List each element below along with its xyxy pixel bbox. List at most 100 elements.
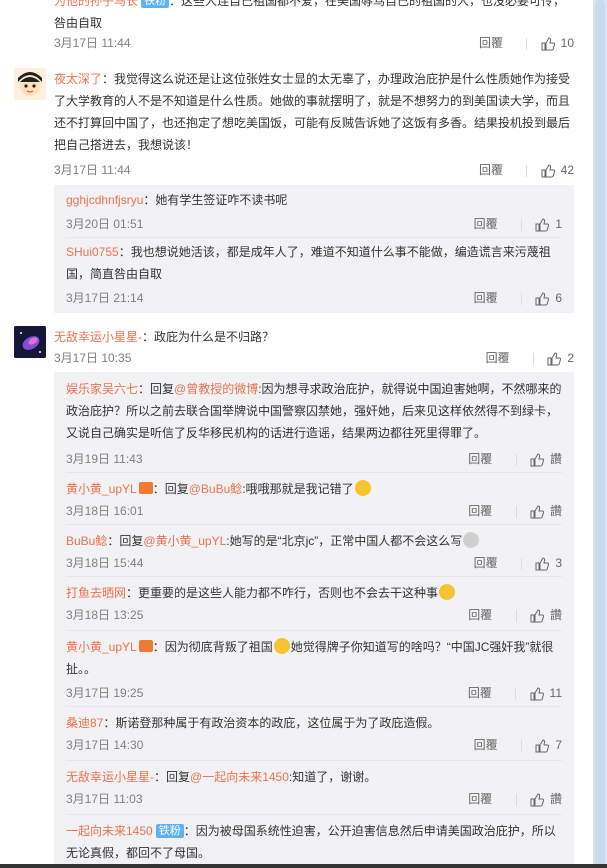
vip-icon [138, 640, 153, 652]
comment-text: 为他的孙子马长 铁粉 ：这些人连自己祖国都不爱，在美国辱骂自己的祖国的人，也没必要可… [54, 0, 574, 34]
reply-item: 黄小黄_upYL ：因为彻底背叛了祖国 她觉得牌子你知道写的啥吗？“中国JC强奸我”… [66, 636, 562, 701]
reply-button[interactable]: 回覆 [479, 161, 503, 179]
like-button[interactable]: 讚 [530, 606, 562, 624]
like-count: 讚 [549, 452, 562, 466]
reply-author[interactable]: SHui0755 [66, 245, 119, 259]
reply-divider [66, 814, 562, 815]
like-count: 讚 [549, 608, 562, 622]
divider [520, 292, 522, 305]
like-count: 2 [567, 351, 574, 365]
comment-item: 无敌幸运小星星-：政庇为什么是不归路？ 3月17日 10:35 回覆 2 娱乐家… [14, 326, 580, 866]
scrollbar-track[interactable] [593, 0, 607, 868]
scrollbar-thumb[interactable] [595, 0, 605, 868]
mention-link[interactable]: @BuBu鲶 [189, 482, 243, 496]
reply-author[interactable]: gghjcdhnfjsryu [66, 193, 143, 207]
user-avatar[interactable] [14, 326, 46, 358]
laughing-emoji-icon [354, 480, 371, 496]
like-button[interactable]: 讚 [530, 450, 562, 468]
reply-author[interactable]: 无敌幸运小星星- [66, 770, 154, 784]
reply-body: ：我也想说她活该，都是成年人了，难道不知道什么事不能做，编造谎言来污蔑祖国，简直… [66, 245, 551, 281]
reply-text: 黄小黄_upYL ：因为彻底背叛了祖国 她觉得牌子你知道写的啥吗？“中国JC强奸我”… [66, 636, 562, 680]
reply-author[interactable]: BuBu鲶 [66, 534, 107, 548]
comment-author[interactable]: 为他的孙子马长 [54, 0, 138, 8]
reply-time: 3月18日 16:01 [66, 504, 144, 518]
thumbs-up-icon [541, 37, 555, 51]
reply-button[interactable]: 回覆 [474, 215, 498, 233]
reply-time: 3月17日 14:30 [66, 738, 144, 752]
like-button[interactable]: 讚 [530, 502, 562, 520]
reply-actions: 回覆 讚 [468, 502, 562, 520]
comment-author[interactable]: 夜太深了 [54, 72, 102, 86]
like-count: 讚 [549, 792, 562, 806]
like-button[interactable]: 2 [547, 349, 574, 367]
like-count: 1 [555, 217, 562, 231]
reply-author[interactable]: 一起向未来1450 [66, 824, 153, 838]
comment-top-partial: 为他的孙子马长 铁粉 ：这些人连自己祖国都不爱，在美国辱骂自己的祖国的人，也没必要可… [14, 0, 580, 56]
reply-button[interactable]: 回覆 [474, 554, 498, 572]
like-button[interactable]: 42 [541, 161, 574, 179]
like-button[interactable]: 10 [541, 34, 574, 52]
reply-divider [66, 472, 562, 473]
reply-author[interactable]: 黄小黄_upYL [66, 640, 137, 654]
thumbs-up-icon [530, 687, 544, 701]
reply-text: 娱乐家吴六七：回复@曾教授的微博:因为想寻求政治庇护，就得说中国迫害她啊，不然哪… [66, 378, 562, 444]
reply-time: 3月18日 15:44 [66, 556, 144, 570]
mention-link[interactable]: @黄小黄_upYL [143, 534, 226, 548]
like-count: 3 [555, 556, 562, 570]
like-button[interactable]: 讚 [530, 790, 562, 808]
reply-item: 黄小黄_upYL ：回复@BuBu鲶:哦哦那就是我记错了 3月18日 16:01 … [66, 478, 562, 519]
reply-button[interactable]: 回覆 [468, 502, 492, 520]
avatar-galaxy-icon [14, 326, 46, 358]
reply-time: 3月19日 11:43 [66, 452, 143, 466]
comment-text: 无敌幸运小星星-：政庇为什么是不归路？ [54, 326, 574, 348]
reply-prefix: ：回复 [107, 534, 144, 548]
reply-actions: 回覆 7 [474, 736, 562, 754]
comment-author[interactable]: 无敌幸运小星星- [54, 330, 142, 344]
reply-divider [66, 706, 562, 707]
reply-body: ：更重要的是这些人能力都不咋行，否则也不会去干这种事 [126, 586, 439, 600]
reply-divider [66, 237, 562, 238]
like-button[interactable]: 7 [535, 736, 562, 754]
reply-time: 3月17日 21:14 [66, 291, 144, 305]
vip-icon [138, 482, 153, 494]
reply-button[interactable]: 回覆 [468, 684, 492, 702]
reply-button[interactable]: 回覆 [479, 34, 503, 52]
reply-author[interactable]: 娱乐家吴六七 [66, 382, 138, 396]
reply-button[interactable]: 回覆 [468, 790, 492, 808]
divider [515, 453, 517, 466]
like-button[interactable]: 6 [535, 289, 562, 307]
reply-author[interactable]: 黄小黄_upYL [66, 482, 137, 496]
thumbs-up-icon [530, 793, 544, 807]
divider [515, 609, 517, 622]
thumbs-up-icon [535, 292, 550, 306]
like-button[interactable]: 11 [530, 684, 562, 702]
reply-divider [66, 760, 562, 761]
reply-prefix: ：回复 [138, 382, 175, 396]
like-button[interactable]: 1 [535, 215, 562, 233]
reply-author[interactable]: 打鱼去晒网 [66, 586, 126, 600]
comment-actions: 回覆 10 [479, 34, 574, 52]
reply-button[interactable]: 回覆 [474, 736, 498, 754]
reply-button[interactable]: 回覆 [474, 289, 498, 307]
reply-author[interactable]: 桑迪87 [66, 716, 103, 730]
mention-link[interactable]: @曾教授的微博 [174, 382, 258, 396]
reply-item: 无敌幸运小星星-：回复@一起向未来1450:知道了，谢谢。 3月17日 11:0… [66, 766, 562, 807]
thumbs-up-icon [535, 218, 550, 232]
reply-text: gghjcdhnfjsryu：她有学生签证咋不读书呢 [66, 189, 562, 211]
reply-actions: 回覆 讚 [468, 606, 562, 624]
thumbs-up-icon [530, 505, 544, 519]
reply-item: 娱乐家吴六七：回复@曾教授的微博:因为想寻求政治庇护，就得说中国迫害她啊，不然哪… [66, 378, 562, 467]
reply-divider [66, 576, 562, 577]
reply-actions: 回覆 11 [468, 684, 562, 702]
reply-text: 打鱼去晒网：更重要的是这些人能力都不咋行，否则也不会去干这种事 [66, 582, 562, 604]
reply-button[interactable]: 回覆 [468, 450, 492, 468]
like-count: 讚 [549, 504, 562, 518]
like-button[interactable]: 3 [535, 554, 562, 572]
reply-button[interactable]: 回覆 [486, 349, 510, 367]
reply-button[interactable]: 回覆 [468, 606, 492, 624]
comment-meta: 3月17日 11:44 回覆 10 [54, 34, 574, 52]
mention-link[interactable]: @一起向未来1450 [190, 770, 289, 784]
comment-actions: 回覆 42 [479, 161, 574, 179]
user-avatar[interactable] [14, 68, 46, 100]
reply-prefix: ：回复 [152, 482, 189, 496]
